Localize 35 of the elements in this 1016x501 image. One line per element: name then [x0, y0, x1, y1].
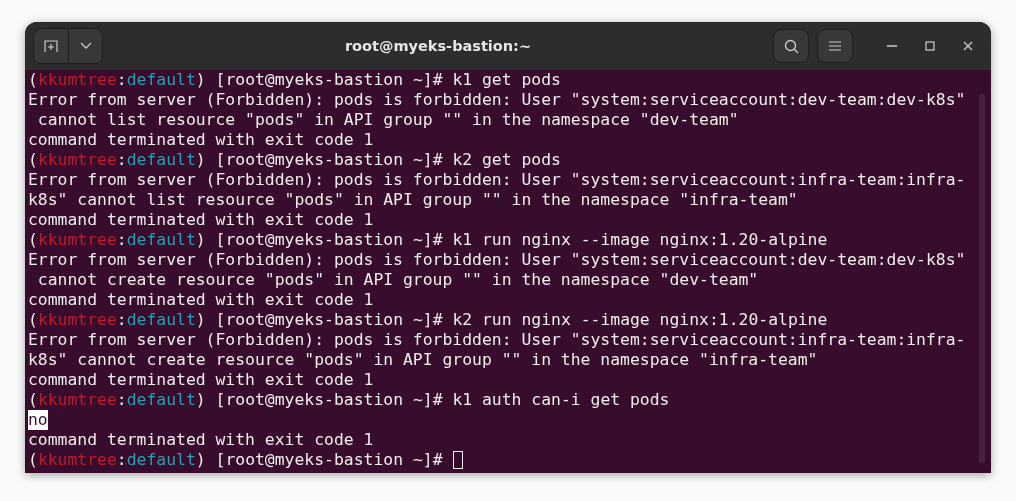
- command-text: k2 run nginx --image nginx:1.20-alpine: [451, 310, 828, 330]
- search-icon: [783, 38, 799, 54]
- menu-icon: [829, 41, 841, 51]
- close-icon: [963, 41, 973, 51]
- command-text: k2 get pods: [451, 150, 561, 170]
- command-text: k1 run nginx --image nginx:1.20-alpine: [451, 230, 828, 250]
- window-title: root@myeks-bastion:~: [343, 38, 533, 54]
- output-text: Error from server (Forbidden): pods is forbidden: User "system:serviceaccount:dev-team:dev-k8s": [28, 90, 966, 110]
- selected-output-text: no: [28, 410, 48, 430]
- output-text: command terminated with exit code 1: [28, 210, 374, 230]
- prompt-text: (kkumtree:default) [root@myeks-bastion ~]#: [28, 150, 443, 170]
- output-text: Error from server (Forbidden): pods is forbidden: User "system:serviceaccount:dev-team:dev-k8s": [28, 250, 966, 270]
- command-text: k1 auth can-i get pods: [451, 390, 670, 410]
- minimize-icon: [887, 45, 897, 47]
- menu-button[interactable]: [817, 29, 853, 63]
- output-text: cannot create resource "pods" in API group "" in the namespace "dev-team": [36, 270, 759, 290]
- output-text: command terminated with exit code 1: [28, 290, 374, 310]
- output-text: cannot list resource "pods" in API group "" in the namespace "dev-team": [36, 110, 739, 130]
- output-text: Error from server (Forbidden): pods is forbidden: User "system:serviceaccount:infra-team:infra-: [28, 330, 966, 350]
- prompt-text: (kkumtree:default) [root@myeks-bastion ~]#: [28, 390, 443, 410]
- new-tab-icon: [44, 39, 58, 53]
- command-text: k1 get pods: [451, 70, 561, 90]
- prompt-text: (kkumtree:default) [root@myeks-bastion ~]#: [28, 230, 443, 250]
- prompt-text: (kkumtree:default) [root@myeks-bastion ~]#: [28, 450, 443, 470]
- output-text: k8s" cannot list resource "pods" in API group "" in the namespace "infra-team": [28, 190, 798, 210]
- output-text: k8s" cannot create resource "pods" in API group "" in the namespace "infra-team": [28, 350, 818, 370]
- output-text: command terminated with exit code 1: [28, 370, 374, 390]
- search-button[interactable]: [773, 29, 809, 63]
- output-text: Error from server (Forbidden): pods is forbidden: User "system:serviceaccount:infra-team:infra-: [28, 170, 966, 190]
- chevron-down-icon: [79, 42, 92, 50]
- prompt-text: (kkumtree:default) [root@myeks-bastion ~]#: [28, 310, 443, 330]
- output-text: command terminated with exit code 1: [28, 130, 374, 150]
- maximize-icon: [925, 41, 935, 51]
- prompt-text: (kkumtree:default) [root@myeks-bastion ~]#: [28, 70, 443, 90]
- output-text: command terminated with exit code 1: [28, 430, 374, 450]
